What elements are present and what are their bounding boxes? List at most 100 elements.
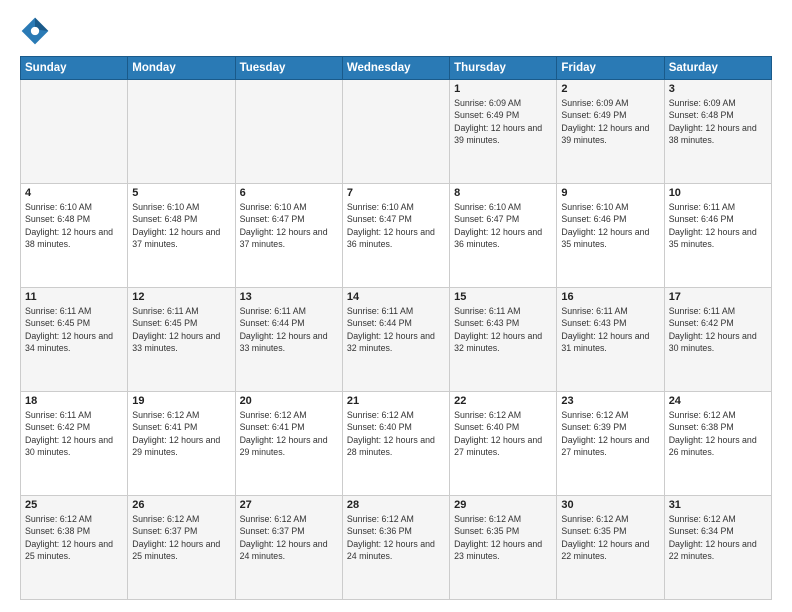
calendar-cell: 25Sunrise: 6:12 AM Sunset: 6:38 PM Dayli… [21, 496, 128, 600]
calendar-cell [235, 80, 342, 184]
day-header-tuesday: Tuesday [235, 57, 342, 80]
day-number: 12 [132, 291, 230, 303]
calendar-cell: 21 Sunrise: 6:12 AM Sunset: 6:40 PM Dayli… [342, 392, 449, 496]
day-number: 24 [669, 395, 767, 407]
calendar-cell: 5 Sunrise: 6:10 AM Sunset: 6:48 PM Daylig… [128, 184, 235, 288]
calendar-cell: 13 Sunrise: 6:11 AM Sunset: 6:44 PM Dayli… [235, 288, 342, 392]
calendar-cell [342, 80, 449, 184]
day-header-thursday: Thursday [450, 57, 557, 80]
day-info: Sunrise: 6:11 AM Sunset: 6:42 PM Dayligh… [669, 305, 767, 354]
day-info: Sunrise: 6:12 AM Sunset: 6:37 PM Dayligh… [240, 513, 338, 562]
day-info: Sunrise: 6:12 AM Sunset: 6:35 PM Dayligh… [561, 513, 659, 562]
day-number: 1 [454, 83, 552, 95]
calendar-cell: 20 Sunrise: 6:12 AM Sunset: 6:41 PM Dayli… [235, 392, 342, 496]
day-info: Sunrise: 6:11 AM Sunset: 6:45 PM Dayligh… [132, 305, 230, 354]
day-number: 13 [240, 291, 338, 303]
day-number: 9 [561, 187, 659, 199]
day-number: 25 [25, 499, 123, 511]
day-number: 26 [132, 499, 230, 511]
calendar-cell: 23 Sunrise: 6:12 AM Sunset: 6:39 PM Dayli… [557, 392, 664, 496]
calendar-cell: 3 Sunrise: 6:09 AM Sunset: 6:48 PM Daylig… [664, 80, 771, 184]
calendar-cell: 28 Sunrise: 6:12 AM Sunset: 6:36 PM Dayli… [342, 496, 449, 600]
day-header-wednesday: Wednesday [342, 57, 449, 80]
day-number: 10 [669, 187, 767, 199]
day-info: Sunrise: 6:10 AM Sunset: 6:47 PM Dayligh… [240, 201, 338, 250]
day-number: 23 [561, 395, 659, 407]
day-info: Sunrise: 6:11 AM Sunset: 6:42 PM Dayligh… [25, 409, 123, 458]
week-row-2: 11 Sunrise: 6:11 AM Sunset: 6:45 PM Dayli… [21, 288, 772, 392]
day-number: 21 [347, 395, 445, 407]
day-info: Sunrise: 6:12 AM Sunset: 6:39 PM Dayligh… [561, 409, 659, 458]
day-number: 27 [240, 499, 338, 511]
day-number: 28 [347, 499, 445, 511]
day-number: 7 [347, 187, 445, 199]
day-info: Sunrise: 6:12 AM Sunset: 6:34 PM Dayligh… [669, 513, 767, 562]
calendar-cell: 18 Sunrise: 6:11 AM Sunset: 6:42 PM Dayli… [21, 392, 128, 496]
day-number: 14 [347, 291, 445, 303]
day-number: 16 [561, 291, 659, 303]
week-row-0: 1 Sunrise: 6:09 AM Sunset: 6:49 PM Daylig… [21, 80, 772, 184]
day-info: Sunrise: 6:12 AM Sunset: 6:41 PM Dayligh… [240, 409, 338, 458]
calendar-cell: 19 Sunrise: 6:12 AM Sunset: 6:41 PM Dayli… [128, 392, 235, 496]
logo [20, 16, 54, 46]
calendar-cell: 29 Sunrise: 6:12 AM Sunset: 6:35 PM Dayli… [450, 496, 557, 600]
calendar-cell: 4Sunrise: 6:10 AM Sunset: 6:48 PM Daylig… [21, 184, 128, 288]
day-number: 5 [132, 187, 230, 199]
logo-icon [20, 16, 50, 46]
day-info: Sunrise: 6:12 AM Sunset: 6:36 PM Dayligh… [347, 513, 445, 562]
day-number: 20 [240, 395, 338, 407]
day-number: 4 [25, 187, 123, 199]
day-number: 15 [454, 291, 552, 303]
calendar-cell: 10 Sunrise: 6:11 AM Sunset: 6:46 PM Dayli… [664, 184, 771, 288]
calendar-cell: 11 Sunrise: 6:11 AM Sunset: 6:45 PM Dayli… [21, 288, 128, 392]
day-info: Sunrise: 6:11 AM Sunset: 6:43 PM Dayligh… [561, 305, 659, 354]
page: SundayMondayTuesdayWednesdayThursdayFrid… [0, 0, 792, 612]
week-row-4: 25Sunrise: 6:12 AM Sunset: 6:38 PM Dayli… [21, 496, 772, 600]
header [20, 16, 772, 46]
calendar-cell: 14 Sunrise: 6:11 AM Sunset: 6:44 PM Dayli… [342, 288, 449, 392]
day-info: Sunrise: 6:12 AM Sunset: 6:40 PM Dayligh… [454, 409, 552, 458]
calendar-cell: 9 Sunrise: 6:10 AM Sunset: 6:46 PM Daylig… [557, 184, 664, 288]
day-info: Sunrise: 6:11 AM Sunset: 6:45 PM Dayligh… [25, 305, 123, 354]
day-info: Sunrise: 6:09 AM Sunset: 6:49 PM Dayligh… [454, 97, 552, 146]
day-number: 3 [669, 83, 767, 95]
day-info: Sunrise: 6:10 AM Sunset: 6:47 PM Dayligh… [454, 201, 552, 250]
day-number: 29 [454, 499, 552, 511]
calendar-cell: 6Sunrise: 6:10 AM Sunset: 6:47 PM Daylig… [235, 184, 342, 288]
day-info: Sunrise: 6:10 AM Sunset: 6:46 PM Dayligh… [561, 201, 659, 250]
day-number: 17 [669, 291, 767, 303]
calendar-cell: 30 Sunrise: 6:12 AM Sunset: 6:35 PM Dayli… [557, 496, 664, 600]
day-info: Sunrise: 6:12 AM Sunset: 6:38 PM Dayligh… [669, 409, 767, 458]
calendar-cell: 2 Sunrise: 6:09 AM Sunset: 6:49 PM Daylig… [557, 80, 664, 184]
day-info: Sunrise: 6:12 AM Sunset: 6:35 PM Dayligh… [454, 513, 552, 562]
calendar-cell: 22Sunrise: 6:12 AM Sunset: 6:40 PM Dayli… [450, 392, 557, 496]
calendar-table: SundayMondayTuesdayWednesdayThursdayFrid… [20, 56, 772, 600]
day-info: Sunrise: 6:11 AM Sunset: 6:43 PM Dayligh… [454, 305, 552, 354]
day-header-sunday: Sunday [21, 57, 128, 80]
day-info: Sunrise: 6:11 AM Sunset: 6:44 PM Dayligh… [240, 305, 338, 354]
calendar-cell: 7 Sunrise: 6:10 AM Sunset: 6:47 PM Daylig… [342, 184, 449, 288]
day-number: 8 [454, 187, 552, 199]
days-header-row: SundayMondayTuesdayWednesdayThursdayFrid… [21, 57, 772, 80]
calendar-header: SundayMondayTuesdayWednesdayThursdayFrid… [21, 57, 772, 80]
day-info: Sunrise: 6:12 AM Sunset: 6:41 PM Dayligh… [132, 409, 230, 458]
day-info: Sunrise: 6:10 AM Sunset: 6:48 PM Dayligh… [132, 201, 230, 250]
day-info: Sunrise: 6:09 AM Sunset: 6:49 PM Dayligh… [561, 97, 659, 146]
day-number: 19 [132, 395, 230, 407]
calendar-cell: 8 Sunrise: 6:10 AM Sunset: 6:47 PM Daylig… [450, 184, 557, 288]
day-info: Sunrise: 6:11 AM Sunset: 6:44 PM Dayligh… [347, 305, 445, 354]
calendar-body: 1 Sunrise: 6:09 AM Sunset: 6:49 PM Daylig… [21, 80, 772, 600]
day-info: Sunrise: 6:11 AM Sunset: 6:46 PM Dayligh… [669, 201, 767, 250]
calendar-cell [128, 80, 235, 184]
day-number: 11 [25, 291, 123, 303]
calendar-cell: 24 Sunrise: 6:12 AM Sunset: 6:38 PM Dayli… [664, 392, 771, 496]
calendar-cell: 31Sunrise: 6:12 AM Sunset: 6:34 PM Dayli… [664, 496, 771, 600]
day-info: Sunrise: 6:09 AM Sunset: 6:48 PM Dayligh… [669, 97, 767, 146]
day-number: 18 [25, 395, 123, 407]
day-info: Sunrise: 6:12 AM Sunset: 6:40 PM Dayligh… [347, 409, 445, 458]
day-number: 30 [561, 499, 659, 511]
calendar-cell [21, 80, 128, 184]
day-number: 2 [561, 83, 659, 95]
day-header-friday: Friday [557, 57, 664, 80]
day-info: Sunrise: 6:10 AM Sunset: 6:47 PM Dayligh… [347, 201, 445, 250]
